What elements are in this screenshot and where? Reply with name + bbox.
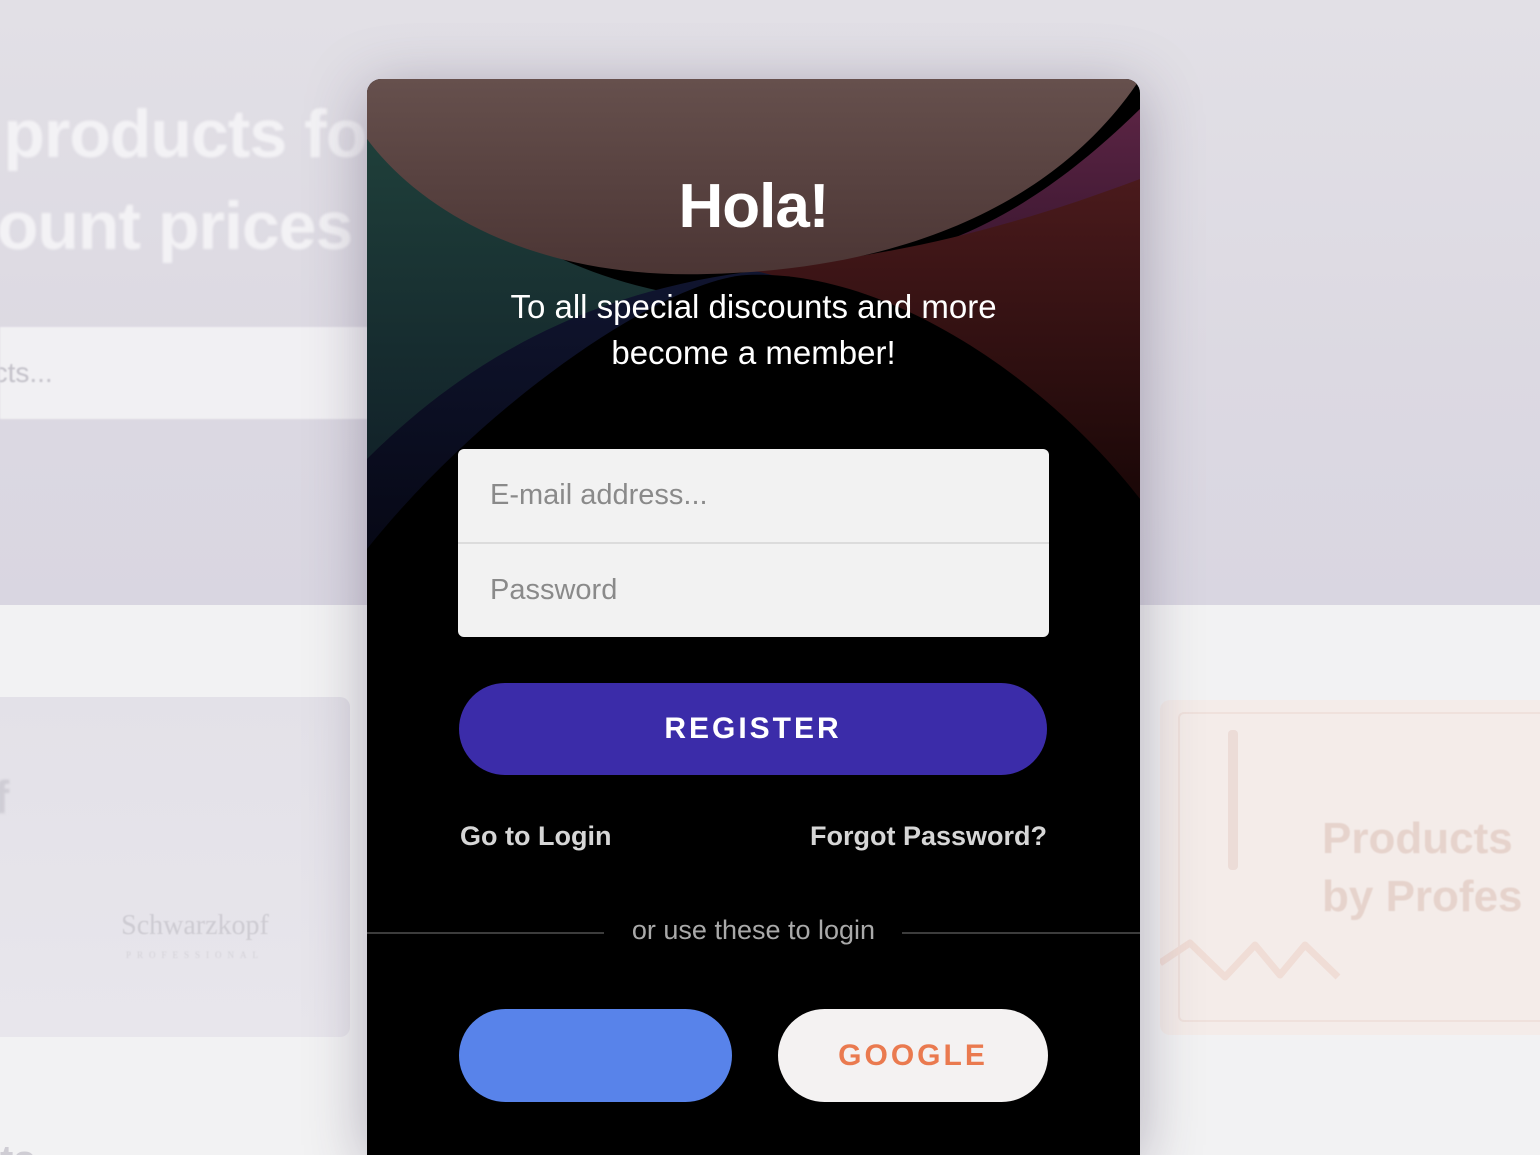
background-search-bar: ucts...	[0, 327, 372, 419]
modal-subtitle-line1: To all special discounts and more	[510, 288, 997, 325]
facebook-login-button[interactable]	[459, 1009, 732, 1102]
background-brand-logo-sub: PROFESSIONAL	[125, 950, 264, 960]
background-card-left	[0, 697, 350, 1037]
divider-line-right	[902, 932, 1140, 934]
background-hero-title-line1: r products fo	[0, 96, 367, 172]
modal-title: Hola!	[678, 172, 830, 241]
email-input[interactable]	[458, 449, 1049, 542]
background-card-left-letter: f	[0, 771, 10, 823]
divider-text: or use these to login	[631, 915, 876, 945]
go-to-login-link[interactable]: Go to Login	[460, 821, 611, 852]
register-modal: Hola! To all special discounts and more …	[367, 79, 1140, 1155]
register-form	[458, 449, 1049, 637]
background-zigzag-line	[1160, 939, 1341, 981]
background-card-right-title-line2: by Profes	[1322, 872, 1523, 921]
background-bottom-text: ts	[0, 1138, 60, 1155]
background-hero-title-line2: count prices	[0, 188, 353, 264]
register-button[interactable]: REGISTER	[459, 683, 1047, 775]
background-card-right-title-line1: Products	[1322, 814, 1513, 863]
background-brand-logo: Schwarzkopf	[121, 910, 269, 941]
background-card-right-title: Products by Profes	[1322, 810, 1540, 926]
background-hero-title: r products fo count prices	[0, 88, 380, 272]
modal-subtitle-line2: become a member!	[611, 334, 896, 371]
password-input[interactable]	[458, 544, 1049, 637]
background-card-right-bar	[1228, 730, 1238, 870]
google-login-button[interactable]: GOOGLE	[778, 1009, 1048, 1102]
modal-subtitle: To all special discounts and more become…	[367, 284, 1140, 376]
social-login-divider: or use these to login	[367, 915, 1140, 951]
forgot-password-link[interactable]: Forgot Password?	[810, 821, 1047, 852]
